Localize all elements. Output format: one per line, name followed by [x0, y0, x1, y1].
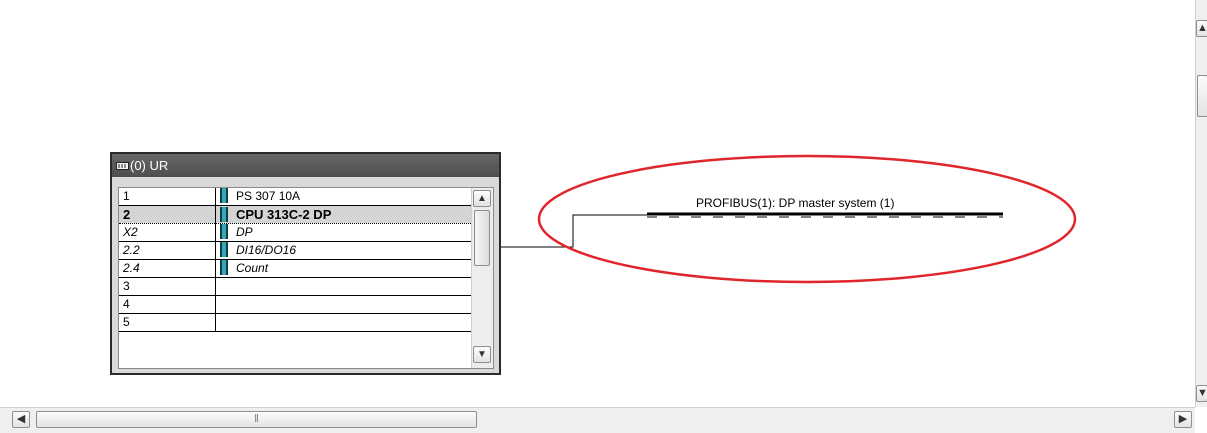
slot-module-cell[interactable]: CPU 313C-2 DP	[215, 204, 471, 225]
slot-module-cell[interactable]: DP	[215, 223, 471, 243]
rack-slot-row[interactable]: 1 PS 307 10A	[119, 188, 471, 206]
rack-icon	[116, 161, 129, 170]
module-name: PS 307 10A	[236, 189, 301, 203]
module-name: Count	[236, 261, 269, 276]
chevron-down-icon[interactable]: ▼	[473, 346, 491, 363]
rack-title: (0) UR	[130, 158, 169, 173]
slot-module-cell[interactable]: DI16/DO16	[215, 241, 471, 261]
highlight-ellipse	[537, 154, 1077, 284]
slot-module-cell[interactable]: PS 307 10A	[215, 188, 471, 206]
slot-number: 2	[119, 204, 216, 225]
chevron-up-icon[interactable]: ▲	[473, 190, 491, 207]
slot-module-cell[interactable]	[215, 313, 471, 333]
window-vertical-scrollbar[interactable]: ▲ ▼	[1195, 0, 1207, 407]
rack-slot-row[interactable]: 3	[119, 277, 471, 297]
window-hscroll-thumb[interactable]: ‖	[36, 411, 477, 428]
chevron-down-icon[interactable]: ▼	[1196, 385, 1207, 402]
slot-number: 5	[119, 313, 216, 333]
slot-number: 3	[119, 277, 216, 297]
slot-number: X2	[119, 223, 216, 243]
module-name: CPU 313C-2 DP	[236, 207, 332, 222]
module-name: DI16/DO16	[236, 243, 297, 258]
module-icon	[220, 242, 228, 258]
rack-slot-row[interactable]: X2 DP	[119, 223, 471, 243]
slot-number: 1	[119, 188, 216, 206]
window-vscroll-thumb[interactable]	[1197, 75, 1207, 117]
slot-number: 2.4	[119, 259, 216, 279]
rack-slot-row[interactable]: 4	[119, 295, 471, 315]
rack-slot-table[interactable]: 1 PS 307 10A 2 CPU 313C-2 DP X2 DP 2.2 DI16/DO1…	[118, 187, 494, 369]
slot-module-cell[interactable]	[215, 277, 471, 297]
chevron-up-icon[interactable]: ▲	[1196, 20, 1207, 37]
slot-number: 4	[119, 295, 216, 315]
chevron-right-icon[interactable]: ▶	[1174, 411, 1192, 428]
slot-module-cell[interactable]	[215, 295, 471, 315]
rack-window[interactable]: (0) UR 1 PS 307 10A 2 CPU 313C-2 DP X2 DP 2.2 D…	[110, 152, 501, 375]
window-horizontal-scrollbar[interactable]: ◀ ‖ ▶	[0, 407, 1195, 433]
rack-slot-row[interactable]: 2.4 Count	[119, 259, 471, 279]
rack-slot-row[interactable]: 2 CPU 313C-2 DP	[119, 204, 471, 225]
module-icon	[220, 224, 228, 240]
slot-number: 2.2	[119, 241, 216, 261]
rack-slot-row[interactable]: 2.2 DI16/DO16	[119, 241, 471, 261]
rack-vertical-scrollbar[interactable]: ▲ ▼	[471, 188, 493, 368]
slot-module-cell[interactable]: Count	[215, 259, 471, 279]
module-name: DP	[236, 225, 253, 240]
chevron-left-icon[interactable]: ◀	[12, 411, 30, 428]
module-icon	[220, 207, 228, 223]
module-icon	[220, 260, 228, 276]
module-icon	[220, 188, 228, 204]
rack-title-bar[interactable]: (0) UR	[112, 154, 499, 177]
rack-scroll-thumb[interactable]	[474, 210, 490, 266]
rack-slot-row[interactable]: 5	[119, 313, 471, 333]
hardware-config-canvas[interactable]: PROFIBUS(1): DP master system (1) (0) UR…	[0, 0, 1195, 407]
